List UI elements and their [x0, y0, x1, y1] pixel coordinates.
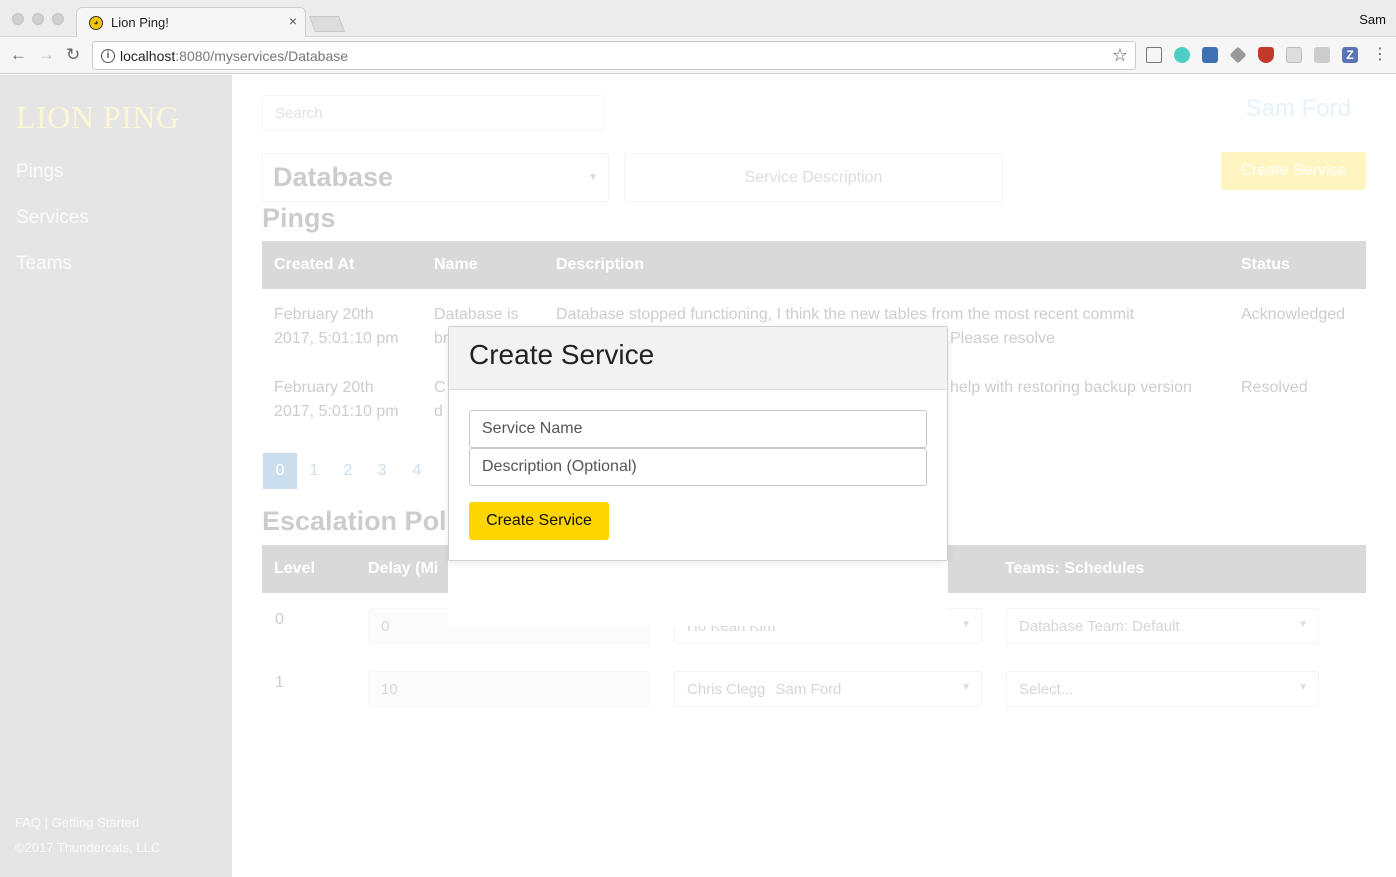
created-line: February 20th [274, 306, 374, 323]
extension-z-icon[interactable]: Z [1342, 47, 1358, 63]
address-bar[interactable]: i localhost:8080/myservices/Database ☆ [92, 41, 1136, 70]
created-line: 2017, 5:01:10 pm [274, 403, 399, 420]
modal-title: Create Service [469, 339, 655, 370]
chevron-down-icon: ▼ [961, 619, 971, 630]
sidebar-item-teams[interactable]: Teams [16, 253, 72, 275]
browser-tab[interactable]: ◕ Lion Ping! × [76, 7, 306, 37]
extension-grid-icon[interactable] [1286, 47, 1302, 63]
escalation-heading: Escalation Polic [262, 506, 470, 536]
forward-arrow-icon[interactable]: → [38, 45, 55, 65]
page-2-button[interactable]: 2 [331, 453, 365, 489]
pings-table-header: Created At Name Description Status [262, 241, 1366, 289]
cell-created: February 20th 2017, 5:01:10 pm [274, 376, 399, 424]
sidebar: LION PING Pings Services Teams FAQ | Get… [0, 75, 232, 877]
new-tab-button[interactable] [309, 16, 345, 32]
browser-toolbar: ← → ↻ i localhost:8080/myservices/Databa… [0, 37, 1396, 74]
create-service-modal: Create Service Create Service [448, 326, 948, 561]
chevron-down-icon: ▼ [588, 172, 598, 183]
col-level: Level [274, 560, 315, 577]
team-schedule-value: Database Team: Default [1019, 618, 1180, 635]
created-line: 2017, 5:01:10 pm [274, 330, 399, 347]
tab-title: Lion Ping! [111, 15, 169, 30]
bookmark-star-icon[interactable]: ☆ [1112, 45, 1128, 66]
modal-header: Create Service [449, 327, 947, 390]
cell-status: Acknowledged [1241, 306, 1346, 323]
reload-icon[interactable]: ↻ [66, 45, 80, 65]
col-description: Description [556, 256, 645, 273]
cell-level: 0 [275, 611, 284, 628]
browser-profile-name[interactable]: Sam [1359, 12, 1386, 27]
create-service-button[interactable]: Create Service [1221, 152, 1366, 190]
created-line: February 20th [274, 379, 374, 396]
team-schedule-placeholder: Select... [1019, 681, 1074, 698]
url-text[interactable]: localhost:8080/myservices/Database [120, 48, 348, 64]
copyright: ©2017 Thundercats, LLC [15, 840, 161, 855]
cell-created: February 20th 2017, 5:01:10 pm [274, 303, 399, 351]
name-line: d [434, 403, 443, 420]
url-path: :8080/myservices/Database [175, 48, 349, 64]
user-chip[interactable]: Chris Clegg [687, 681, 765, 698]
page-3-button[interactable]: 3 [365, 453, 399, 489]
extension-book-icon[interactable] [1202, 47, 1218, 63]
url-host: localhost [120, 48, 176, 64]
browser-menu-icon[interactable]: ⋮ [1372, 45, 1388, 65]
col-teams-schedules: Teams: Schedules [1005, 560, 1145, 577]
page-1-button[interactable]: 1 [297, 453, 331, 489]
sidebar-item-pings[interactable]: Pings [16, 161, 64, 183]
name-line: C [434, 379, 446, 396]
window-minimize-button[interactable] [32, 13, 44, 25]
service-select[interactable]: Database ▼ [262, 153, 609, 202]
modal-backdrop-strip [448, 560, 948, 626]
chevron-down-icon: ▼ [1298, 619, 1308, 630]
team-schedule-select[interactable]: Select... ▼ [1006, 671, 1319, 707]
col-created-at: Created At [274, 256, 355, 273]
window-zoom-button[interactable] [52, 13, 64, 25]
user-chip[interactable]: Sam Ford [776, 681, 842, 698]
name-line: Database is [434, 306, 519, 323]
users-select[interactable]: Chris Clegg Sam Ford ▼ [674, 671, 982, 707]
cell-description-cont: Please resolve [950, 330, 1055, 347]
team-schedule-select[interactable]: Database Team: Default ▼ [1006, 608, 1319, 644]
create-service-submit-button[interactable]: Create Service [469, 502, 609, 540]
cast-icon[interactable] [1146, 47, 1162, 63]
footer-links[interactable]: FAQ | Getting Started [15, 815, 139, 830]
page-4-button[interactable]: 4 [400, 453, 434, 489]
brand-logo[interactable]: LION PING [16, 99, 180, 136]
service-name-input[interactable] [469, 410, 927, 448]
cell-description: Database stopped functioning, I think th… [556, 306, 1135, 323]
sidebar-item-services[interactable]: Services [16, 207, 89, 229]
lion-favicon-icon: ◕ [89, 16, 103, 30]
page-0-button[interactable]: 0 [263, 453, 297, 489]
browser-titlebar: ◕ Lion Ping! × Sam [0, 0, 1396, 37]
ublock-shield-icon[interactable] [1258, 47, 1274, 63]
cell-status: Resolved [1241, 379, 1308, 396]
service-description-input[interactable] [469, 448, 927, 486]
chevron-down-icon: ▼ [961, 682, 971, 693]
cell-description: help with restoring backup version [950, 379, 1192, 396]
account-name[interactable]: Sam Ford [1246, 95, 1351, 123]
col-name: Name [434, 256, 478, 273]
col-delay: Delay (Mi [368, 560, 439, 577]
extension-cube-icon[interactable] [1229, 46, 1247, 64]
col-status: Status [1241, 256, 1290, 273]
back-arrow-icon[interactable]: ← [10, 45, 27, 65]
tab-close-icon[interactable]: × [289, 13, 297, 29]
service-description-field[interactable]: Service Description [624, 153, 1003, 202]
extension-teal-icon[interactable] [1174, 47, 1190, 63]
selected-service: Database [273, 162, 394, 192]
search-input[interactable]: Search [262, 95, 604, 131]
cell-level: 1 [275, 674, 284, 691]
pings-heading: Pings [262, 203, 336, 233]
info-icon[interactable]: i [101, 49, 115, 63]
cell-name: Cd [434, 376, 446, 424]
window-close-button[interactable] [12, 13, 24, 25]
extension-chat-icon[interactable] [1314, 47, 1330, 63]
chevron-down-icon: ▼ [1298, 682, 1308, 693]
delay-input[interactable]: 10 [368, 671, 650, 707]
